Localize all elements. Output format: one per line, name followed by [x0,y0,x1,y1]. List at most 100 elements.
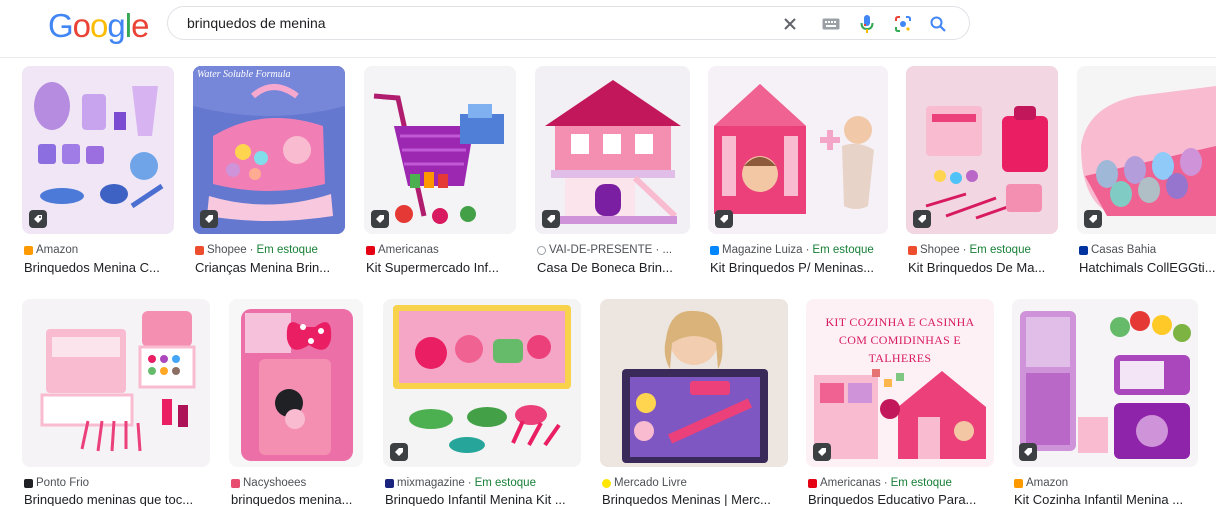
source-name: Shopee [207,244,247,256]
result-thumbnail[interactable] [535,66,690,234]
result-thumbnail[interactable]: KIT COZINHA E CASINHA COM COMIDINHAS E T… [806,299,994,467]
mic-icon[interactable] [855,12,879,36]
result-title[interactable]: Hatchimals CollEGGti... [1079,260,1216,275]
source-name: mixmagazine [397,477,465,489]
image-result[interactable]: Amazon Kit Cozinha Infantil Menina ... [1012,299,1198,506]
stock-label: Em estoque [812,244,874,256]
stock-label: Em estoque [890,477,952,489]
source-name: VAI-DE-PRESENTE · ... [549,244,673,256]
image-result[interactable]: Magazine Luiza · Em estoque Kit Brinquedos… [708,66,888,280]
image-result[interactable]: KIT COZINHA E CASINHA COM COMIDINHAS E T… [806,299,994,506]
product-tag-icon [29,210,47,228]
product-tag-icon [1019,443,1037,461]
result-title[interactable]: Kit Cozinha Infantil Menina ... [1014,492,1198,506]
result-source: mixmagazine · Em estoque [385,477,581,489]
result-source: Americanas · Em estoque [808,477,994,489]
mixmagazine-favicon-icon [385,478,394,488]
logo-letter: o [90,7,108,44]
result-source: Magazine Luiza · Em estoque [710,244,888,256]
shopee-favicon-icon [908,245,917,255]
result-thumbnail[interactable] [229,299,363,467]
result-title[interactable]: Crianças Menina Brin... [195,260,345,275]
header: Google brinquedos de menina [0,0,1216,58]
result-title[interactable]: Brinquedo Infantil Menina Kit ... [385,492,581,506]
image-result[interactable]: Casas Bahia Hatchimals CollEGGti... [1077,66,1216,280]
result-title[interactable]: brinquedos menina... [231,492,363,506]
source-name: Americanas [378,244,439,256]
result-thumbnail[interactable] [708,66,888,234]
product-tag-icon [200,210,218,228]
keyboard-icon[interactable] [819,12,843,36]
source-name: Shopee [920,244,960,256]
source-name: Nacyshoees [243,477,307,489]
image-result[interactable]: Shopee · Em estoque Kit Brinquedos De Ma..… [906,66,1058,280]
stock-label: Em estoque [474,477,536,489]
image-result[interactable]: Amazon Brinquedos Menina C... [22,66,174,280]
image-result[interactable]: Americanas Kit Supermercado Inf... [364,66,516,280]
result-title[interactable]: Brinquedos Menina C... [24,260,174,275]
source-separator: · [249,244,254,256]
product-tag-icon [715,210,733,228]
result-thumbnail[interactable] [364,66,516,234]
source-name: Americanas [820,477,881,489]
logo-letter: o [72,7,91,44]
source-name: Magazine Luiza [722,244,803,256]
source-separator: · [467,477,472,489]
result-title[interactable]: Brinquedos Meninas | Merc... [602,492,788,506]
result-title[interactable]: Kit Brinquedos De Ma... [908,260,1058,275]
image-result[interactable]: Ponto Frio Brinquedo meninas que toc... [22,299,210,506]
stock-label: Em estoque [969,244,1031,256]
image-result[interactable]: VAI-DE-PRESENTE · ... Casa De Boneca Bri… [535,66,690,280]
result-thumbnail[interactable] [600,299,788,467]
result-thumbnail[interactable]: Water Soluble Formula [193,66,345,234]
image-result[interactable]: mixmagazine · Em estoque Brinquedo Infanti… [383,299,581,506]
result-title[interactable]: Kit Supermercado Inf... [366,260,516,275]
image-result[interactable]: Mercado Livre Brinquedos Meninas | Merc.… [600,299,788,506]
search-icon[interactable] [926,12,950,36]
casas-bahia-favicon-icon [1079,245,1088,255]
shopee-favicon-icon [195,245,204,255]
ponto-frio-favicon-icon [24,478,33,488]
result-thumbnail[interactable] [22,299,210,467]
result-source: Amazon [1014,477,1198,489]
search-box[interactable]: brinquedos de menina [167,6,970,40]
image-overlay-text: KIT COZINHA E CASINHA COM COMIDINHAS E T… [825,315,975,365]
result-thumbnail[interactable] [1077,66,1216,234]
result-source: Mercado Livre [602,477,788,489]
result-thumbnail[interactable] [906,66,1058,234]
logo-letter: G [48,7,74,44]
search-input[interactable]: brinquedos de menina [187,15,326,31]
result-source: Shopee · Em estoque [195,244,345,256]
result-source: Americanas [366,244,516,256]
image-overlay-text: Water Soluble Formula [197,69,291,80]
source-name: Casas Bahia [1091,244,1157,256]
google-logo[interactable]: Google [48,7,149,44]
result-source: Amazon [24,244,174,256]
amazon-favicon-icon [24,245,33,255]
source-separator: · [883,477,888,489]
source-name: Amazon [36,244,79,256]
result-thumbnail[interactable] [1012,299,1198,467]
source-name: Mercado Livre [614,477,687,489]
image-result[interactable]: Water Soluble Formula Shopee · Em estoque … [193,66,345,280]
product-tag-icon [1084,210,1102,228]
result-thumbnail[interactable] [383,299,581,467]
close-icon[interactable] [778,12,802,36]
vai-de-presente-favicon-icon [537,245,546,255]
result-source: Casas Bahia [1079,244,1216,256]
americanas-favicon-icon [366,245,375,255]
lens-icon[interactable] [891,12,915,36]
result-title[interactable]: Casa De Boneca Brin... [537,260,689,275]
amazon-favicon-icon [1014,478,1023,488]
image-result[interactable]: Nacyshoees brinquedos menina... [229,299,363,506]
product-tag-icon [371,210,389,228]
result-title[interactable]: Brinquedo meninas que toc... [24,492,210,506]
result-source: Ponto Frio [24,477,210,489]
product-tag-icon [913,210,931,228]
result-title[interactable]: Kit Brinquedos P/ Meninas... [710,260,888,275]
product-tag-icon [813,443,831,461]
product-tag-icon [390,443,408,461]
result-source: Nacyshoees [231,477,363,489]
result-title[interactable]: Brinquedos Educativo Para... [808,492,994,506]
result-thumbnail[interactable] [22,66,174,234]
